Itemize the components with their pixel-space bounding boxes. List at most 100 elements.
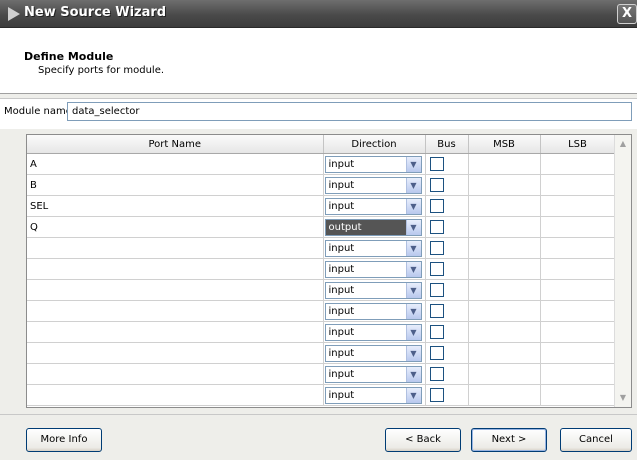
bus-checkbox[interactable] [429, 157, 444, 171]
port-name-cell[interactable]: Q [27, 216, 324, 238]
port-name-cell[interactable]: B [27, 174, 324, 196]
column-header-msb[interactable]: MSB [468, 135, 541, 154]
next-button[interactable]: Next > [471, 428, 547, 452]
direction-value: input [328, 242, 355, 254]
module-name-field[interactable] [67, 102, 632, 121]
chevron-down-icon[interactable]: ▼ [405, 219, 421, 235]
direction-select[interactable]: input ▼ [324, 260, 422, 278]
direction-select[interactable]: input ▼ [324, 176, 422, 194]
table-row: Qoutput ▼ [27, 216, 616, 238]
direction-select[interactable]: input ▼ [324, 365, 422, 383]
scroll-up-icon[interactable]: ▲ [616, 136, 630, 152]
bus-checkbox[interactable] [429, 304, 444, 318]
bus-cell [425, 342, 469, 364]
lsb-cell[interactable] [540, 258, 616, 280]
chevron-down-icon[interactable]: ▼ [405, 156, 421, 172]
port-name-cell[interactable] [27, 384, 324, 406]
window-title: New Source Wizard [24, 5, 167, 20]
port-name-cell[interactable]: A [27, 153, 324, 175]
lsb-cell[interactable] [540, 237, 616, 259]
lsb-cell[interactable] [540, 384, 616, 406]
bus-checkbox[interactable] [429, 178, 444, 192]
msb-cell[interactable] [468, 237, 541, 259]
direction-select[interactable]: input ▼ [324, 323, 422, 341]
direction-select[interactable]: output ▼ [324, 218, 422, 236]
port-name-cell[interactable] [27, 321, 324, 343]
direction-value: input [328, 179, 355, 191]
lsb-cell[interactable] [540, 321, 616, 343]
lsb-cell[interactable] [540, 174, 616, 196]
table-row: input ▼ [27, 237, 616, 259]
port-name-cell[interactable] [27, 279, 324, 301]
direction-select[interactable]: input ▼ [324, 302, 422, 320]
title-bar: New Source Wizard X [0, 0, 637, 28]
lsb-cell[interactable] [540, 279, 616, 301]
column-header-bus[interactable]: Bus [425, 135, 469, 154]
table-scrollbar[interactable]: ▲ ▼ [614, 135, 631, 407]
lsb-cell[interactable] [540, 342, 616, 364]
msb-cell[interactable] [468, 153, 541, 175]
more-info-button[interactable]: More Info [26, 428, 102, 452]
direction-select[interactable]: input ▼ [324, 281, 422, 299]
msb-cell[interactable] [468, 321, 541, 343]
module-name-label: Module name [4, 106, 72, 117]
chevron-down-icon[interactable]: ▼ [405, 345, 421, 361]
port-name-cell[interactable] [27, 342, 324, 364]
bus-checkbox[interactable] [429, 220, 444, 234]
lsb-cell[interactable] [540, 363, 616, 385]
chevron-down-icon[interactable]: ▼ [405, 366, 421, 382]
bus-checkbox[interactable] [429, 283, 444, 297]
port-name-cell[interactable] [27, 237, 324, 259]
msb-cell[interactable] [468, 195, 541, 217]
direction-select[interactable]: input ▼ [324, 239, 422, 257]
direction-select[interactable]: input ▼ [324, 344, 422, 362]
close-button[interactable]: X [617, 4, 637, 24]
chevron-down-icon[interactable]: ▼ [405, 324, 421, 340]
bus-checkbox[interactable] [429, 199, 444, 213]
port-name-cell[interactable] [27, 363, 324, 385]
bus-checkbox[interactable] [429, 388, 444, 402]
scroll-down-icon[interactable]: ▼ [616, 390, 630, 406]
bus-cell [425, 258, 469, 280]
port-name-cell[interactable] [27, 300, 324, 322]
msb-cell[interactable] [468, 174, 541, 196]
port-name-cell[interactable]: SEL [27, 195, 324, 217]
lsb-cell[interactable] [540, 300, 616, 322]
msb-cell[interactable] [468, 258, 541, 280]
msb-cell[interactable] [468, 342, 541, 364]
chevron-down-icon[interactable]: ▼ [405, 282, 421, 298]
chevron-down-icon[interactable]: ▼ [405, 198, 421, 214]
port-name-cell[interactable] [27, 258, 324, 280]
direction-cell: output ▼ [323, 216, 426, 238]
chevron-down-icon[interactable]: ▼ [405, 303, 421, 319]
column-header-port-name[interactable]: Port Name [27, 135, 324, 154]
column-header-direction[interactable]: Direction [323, 135, 426, 154]
lsb-cell[interactable] [540, 153, 616, 175]
bus-checkbox[interactable] [429, 262, 444, 276]
lsb-cell[interactable] [540, 216, 616, 238]
bus-checkbox[interactable] [429, 367, 444, 381]
msb-cell[interactable] [468, 384, 541, 406]
direction-select[interactable]: input ▼ [324, 155, 422, 173]
msb-cell[interactable] [468, 279, 541, 301]
direction-select[interactable]: input ▼ [324, 386, 422, 404]
chevron-down-icon[interactable]: ▼ [405, 240, 421, 256]
back-button[interactable]: < Back [385, 428, 461, 452]
chevron-down-icon[interactable]: ▼ [405, 387, 421, 403]
chevron-down-icon[interactable]: ▼ [405, 261, 421, 277]
bus-checkbox[interactable] [429, 241, 444, 255]
column-header-lsb[interactable]: LSB [540, 135, 616, 154]
bus-checkbox[interactable] [429, 346, 444, 360]
cancel-button[interactable]: Cancel [560, 428, 632, 452]
direction-value: input [328, 347, 355, 359]
msb-cell[interactable] [468, 363, 541, 385]
direction-value: input [328, 158, 355, 170]
msb-cell[interactable] [468, 216, 541, 238]
direction-select[interactable]: input ▼ [324, 197, 422, 215]
lsb-cell[interactable] [540, 195, 616, 217]
msb-cell[interactable] [468, 300, 541, 322]
page-title: Define Module [24, 50, 114, 63]
chevron-down-icon[interactable]: ▼ [405, 177, 421, 193]
table-row: input ▼ [27, 321, 616, 343]
bus-checkbox[interactable] [429, 325, 444, 339]
